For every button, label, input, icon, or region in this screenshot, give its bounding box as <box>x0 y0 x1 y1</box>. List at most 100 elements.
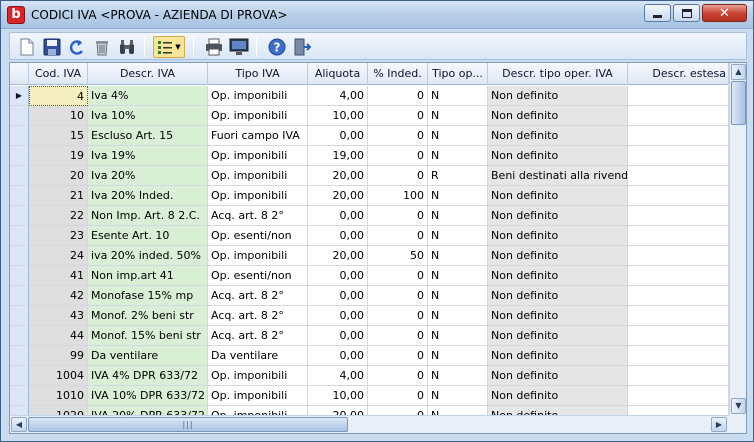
cell-inded[interactable]: 0 <box>368 206 428 226</box>
cell-inded[interactable]: 0 <box>368 146 428 166</box>
cell-tipo-iva[interactable]: Op. imponibili <box>208 106 308 126</box>
cell-descr-iva[interactable]: Non imp.art 41 <box>88 266 208 286</box>
cell-inded[interactable]: 0 <box>368 226 428 246</box>
cell-tipo-iva[interactable]: Op. imponibili <box>208 146 308 166</box>
row-selector[interactable] <box>10 366 29 386</box>
title-bar[interactable]: b CODICI IVA <PROVA - AZIENDA DI PROVA> … <box>1 1 753 29</box>
delete-button[interactable] <box>91 36 113 58</box>
cell-descr-tipo-oper[interactable]: Non definito <box>488 286 628 306</box>
cell-tipo-op[interactable]: N <box>428 246 488 266</box>
cell-descr-tipo-oper[interactable]: Non definito <box>488 226 628 246</box>
column-header-aliquota[interactable]: Aliquota <box>308 63 368 85</box>
cell-descr-estesa[interactable] <box>628 186 729 206</box>
cell-descr-iva[interactable]: Iva 20% <box>88 166 208 186</box>
new-document-button[interactable] <box>16 36 38 58</box>
cell-descr-iva[interactable]: Iva 4% <box>88 86 208 106</box>
table-row[interactable]: 19 Iva 19% Op. imponibili 19,00 0 N Non defini… <box>10 146 729 166</box>
cell-inded[interactable]: 0 <box>368 346 428 366</box>
cell-aliquota[interactable]: 0,00 <box>308 346 368 366</box>
cell-descr-tipo-oper[interactable]: Non definito <box>488 306 628 326</box>
cell-descr-tipo-oper[interactable]: Non definito <box>488 106 628 126</box>
cell-descr-estesa[interactable] <box>628 346 729 366</box>
cell-cod-iva[interactable]: 41 <box>29 266 88 286</box>
cell-descr-tipo-oper[interactable]: Non definito <box>488 146 628 166</box>
table-row[interactable]: 1004 IVA 4% DPR 633/72 Op. imponibili 4,00 0… <box>10 366 729 386</box>
maximize-button[interactable] <box>673 4 700 22</box>
column-header-cod-iva[interactable]: Cod. IVA <box>29 63 88 85</box>
cell-tipo-iva[interactable]: Op. esenti/non <box>208 226 308 246</box>
cell-descr-iva[interactable]: Monof. 2% beni str <box>88 306 208 326</box>
cell-aliquota[interactable]: 0,00 <box>308 226 368 246</box>
cell-tipo-op[interactable]: N <box>428 146 488 166</box>
table-row[interactable]: 24 iva 20% inded. 50% Op. imponibili 20,00 5… <box>10 246 729 266</box>
cell-cod-iva[interactable]: 99 <box>29 346 88 366</box>
minimize-button[interactable] <box>644 4 671 22</box>
cell-descr-estesa[interactable] <box>628 266 729 286</box>
cell-descr-estesa[interactable] <box>628 126 729 146</box>
cell-descr-tipo-oper[interactable]: Non definito <box>488 206 628 226</box>
cell-tipo-op[interactable]: N <box>428 346 488 366</box>
cell-cod-iva[interactable]: 4 <box>29 86 88 106</box>
cell-cod-iva[interactable]: 21 <box>29 186 88 206</box>
cell-tipo-iva[interactable]: Op. imponibili <box>208 246 308 266</box>
table-row[interactable]: 44 Monof. 15% beni str Acq. art. 8 2° 0,00 0… <box>10 326 729 346</box>
cell-cod-iva[interactable]: 1010 <box>29 386 88 406</box>
cell-aliquota[interactable]: 20,00 <box>308 186 368 206</box>
cell-cod-iva[interactable]: 20 <box>29 166 88 186</box>
cell-cod-iva[interactable]: 43 <box>29 306 88 326</box>
cell-descr-iva[interactable]: Escluso Art. 15 <box>88 126 208 146</box>
cell-tipo-op[interactable]: N <box>428 366 488 386</box>
table-row[interactable]: 23 Esente Art. 10 Op. esenti/non 0,00 0 N Non … <box>10 226 729 246</box>
cell-descr-estesa[interactable] <box>628 366 729 386</box>
cell-cod-iva[interactable]: 1004 <box>29 366 88 386</box>
cell-tipo-iva[interactable]: Op. imponibili <box>208 186 308 206</box>
cell-descr-estesa[interactable] <box>628 326 729 346</box>
table-row[interactable]: 42 Monofase 15% mp Acq. art. 8 2° 0,00 0 N Non… <box>10 286 729 306</box>
row-selector[interactable] <box>10 386 29 406</box>
row-selector[interactable] <box>10 106 29 126</box>
cell-inded[interactable]: 0 <box>368 286 428 306</box>
cell-descr-iva[interactable]: Iva 10% <box>88 106 208 126</box>
save-button[interactable] <box>41 36 63 58</box>
cell-cod-iva[interactable]: 22 <box>29 206 88 226</box>
cell-descr-tipo-oper[interactable]: Non definito <box>488 86 628 106</box>
cell-descr-iva[interactable]: IVA 4% DPR 633/72 <box>88 366 208 386</box>
undo-button[interactable] <box>66 36 88 58</box>
table-row[interactable]: 41 Non imp.art 41 Op. esenti/non 0,00 0 N Non … <box>10 266 729 286</box>
horizontal-scroll-thumb[interactable]: ||| <box>28 417 348 432</box>
cell-descr-tipo-oper[interactable]: Non definito <box>488 186 628 206</box>
cell-inded[interactable]: 0 <box>368 326 428 346</box>
row-selector[interactable] <box>10 306 29 326</box>
cell-descr-iva[interactable]: Monofase 15% mp <box>88 286 208 306</box>
table-row[interactable]: 15 Escluso Art. 15 Fuori campo IVA 0,00 0 N No… <box>10 126 729 146</box>
cell-descr-tipo-oper[interactable]: Non definito <box>488 126 628 146</box>
cell-tipo-op[interactable]: N <box>428 266 488 286</box>
cell-tipo-iva[interactable]: Acq. art. 8 2° <box>208 306 308 326</box>
column-header-tipo-op[interactable]: Tipo op... <box>428 63 488 85</box>
help-button[interactable]: ? <box>266 36 288 58</box>
current-row-indicator-icon[interactable]: ▶ <box>10 86 29 106</box>
cell-descr-estesa[interactable] <box>628 246 729 266</box>
cell-tipo-op[interactable]: N <box>428 206 488 226</box>
row-selector[interactable] <box>10 226 29 246</box>
scroll-right-button[interactable]: ▶ <box>711 417 727 432</box>
cell-descr-estesa[interactable] <box>628 86 729 106</box>
cell-tipo-iva[interactable]: Fuori campo IVA <box>208 126 308 146</box>
row-selector[interactable] <box>10 266 29 286</box>
cell-tipo-op[interactable]: N <box>428 286 488 306</box>
cell-tipo-iva[interactable]: Op. esenti/non <box>208 266 308 286</box>
cell-tipo-iva[interactable]: Op. imponibili <box>208 166 308 186</box>
table-row[interactable]: 21 Iva 20% Inded. Op. imponibili 20,00 100 N N… <box>10 186 729 206</box>
table-row[interactable]: 22 Non Imp. Art. 8 2.C. Acq. art. 8 2° 0,00… <box>10 206 729 226</box>
cell-descr-iva[interactable]: Non Imp. Art. 8 2.C. <box>88 206 208 226</box>
cell-tipo-iva[interactable]: Op. imponibili <box>208 386 308 406</box>
cell-descr-estesa[interactable] <box>628 306 729 326</box>
table-row[interactable]: ▶ 4 Iva 4% Op. imponibili 4,00 0 N Non definito <box>10 86 729 106</box>
cell-descr-iva[interactable]: Iva 20% Inded. <box>88 186 208 206</box>
table-row[interactable]: 43 Monof. 2% beni str Acq. art. 8 2° 0,00 0 N… <box>10 306 729 326</box>
cell-inded[interactable]: 0 <box>368 366 428 386</box>
column-header-descr-tipo-oper[interactable]: Descr. tipo oper. IVA <box>488 63 628 85</box>
scroll-left-button[interactable]: ◀ <box>11 417 27 432</box>
cell-descr-iva[interactable]: Esente Art. 10 <box>88 226 208 246</box>
cell-descr-tipo-oper[interactable]: Beni destinati alla rivendita <box>488 166 628 186</box>
